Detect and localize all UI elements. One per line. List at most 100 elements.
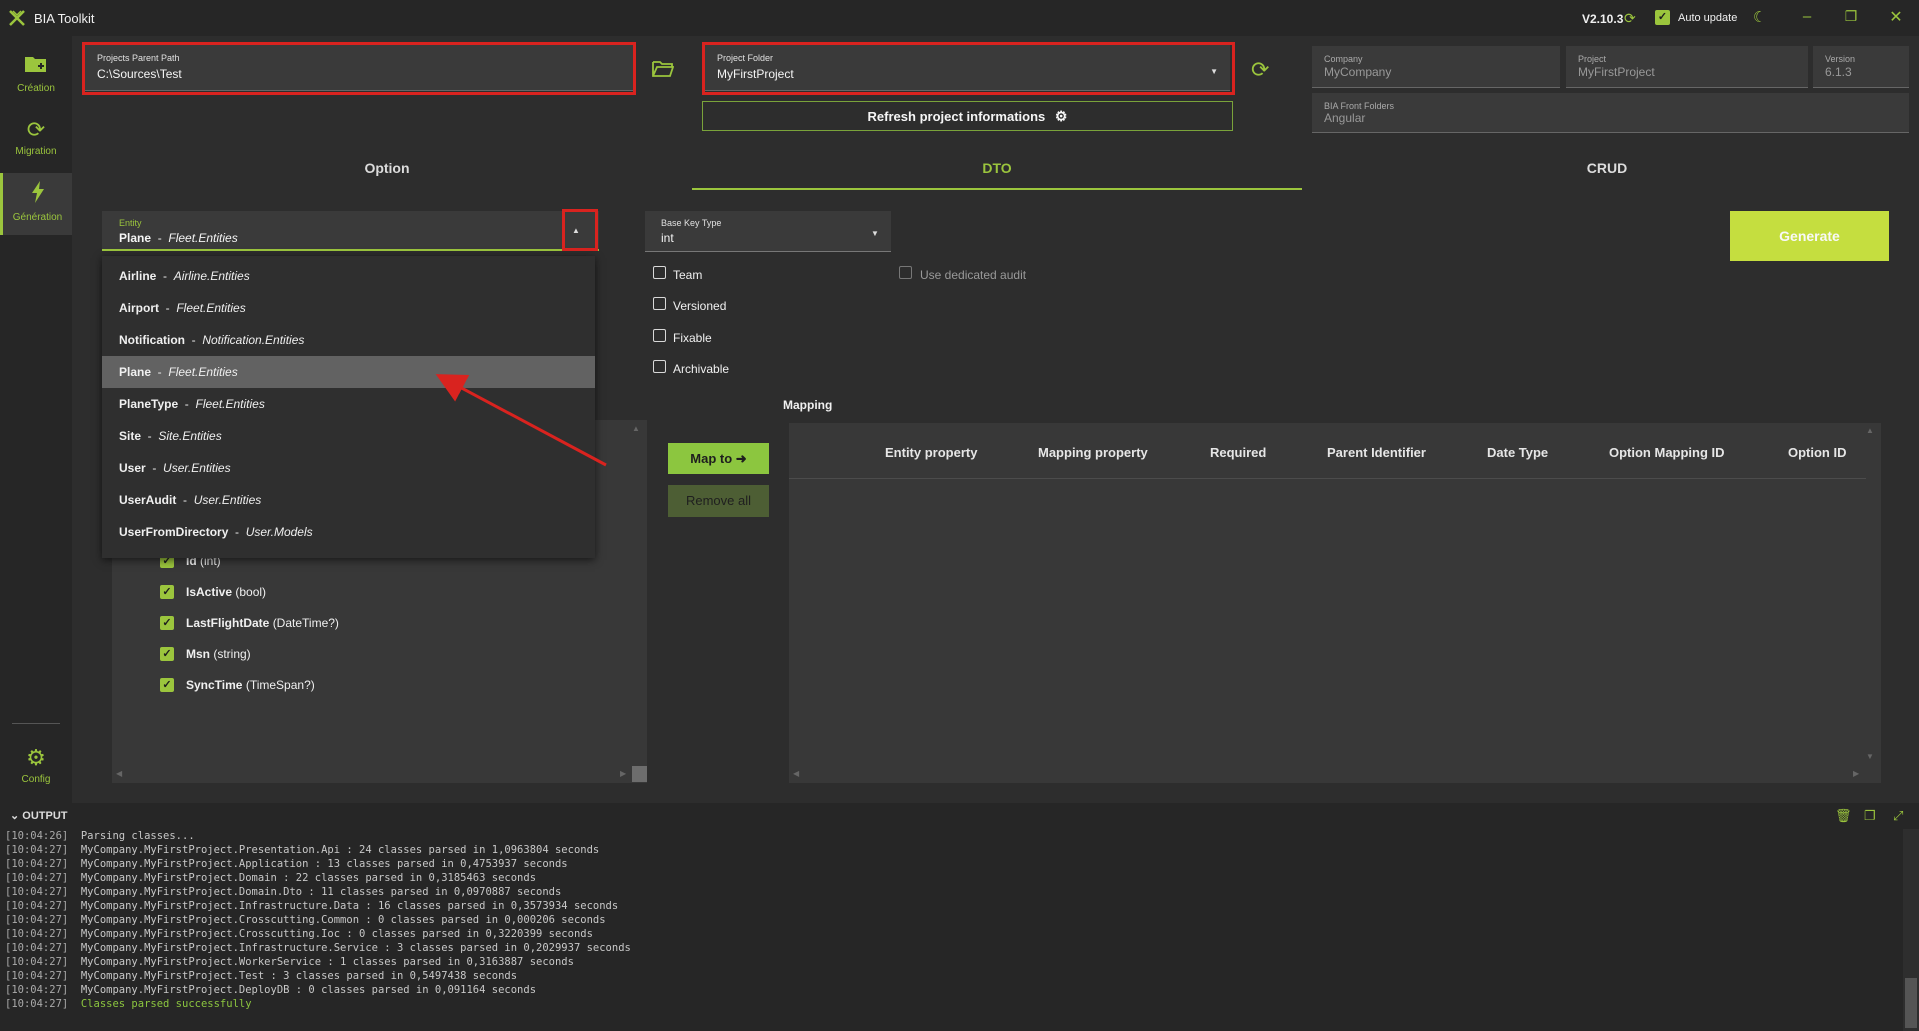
log-timestamp: [10:04:27] [5, 914, 69, 926]
log-timestamp: [10:04:27] [5, 872, 69, 884]
entity-option[interactable]: Notification - Notification.Entities [102, 324, 595, 356]
tab-dto[interactable]: DTO [692, 158, 1302, 190]
sidebar-item-migration[interactable]: ⟳ Migration [0, 110, 72, 170]
version-label: V2.10.3 [1582, 12, 1624, 26]
property-checkbox[interactable]: ✓ [160, 616, 174, 630]
output-title-label: OUTPUT [22, 810, 68, 822]
scroll-up-icon[interactable]: ▲ [1866, 426, 1874, 435]
property-type: (bool) [235, 585, 267, 599]
field-value: 6.1.3 [1825, 65, 1852, 79]
column-header[interactable]: Option Mapping ID [1609, 445, 1725, 460]
close-icon[interactable]: ✕ [1886, 7, 1906, 27]
property-checkbox[interactable]: ✓ [160, 678, 174, 692]
entity-option[interactable]: Site - Site.Entities [102, 420, 595, 452]
archivable-label: Archivable [673, 362, 730, 376]
column-header[interactable]: Mapping property [1038, 445, 1148, 460]
copy-icon[interactable]: ❐ [1864, 808, 1876, 824]
log-timestamp: [10:04:26] [5, 830, 69, 842]
versioned-checkbox[interactable] [653, 297, 666, 310]
property-name: LastFlightDate [186, 616, 270, 630]
log-message: MyCompany.MyFirstProject.Crosscutting.Co… [68, 914, 606, 926]
map-to-button[interactable]: Map to ➜ [668, 443, 769, 474]
base-key-type-select[interactable]: Base Key Type int [645, 211, 891, 252]
sidebar-divider [12, 723, 60, 724]
column-header[interactable]: Required [1210, 445, 1266, 460]
scroll-left-icon[interactable]: ◀ [793, 769, 799, 778]
entity-option[interactable]: User - User.Entities [102, 452, 595, 484]
check-update-icon[interactable]: ⟳ [1624, 10, 1636, 27]
log-timestamp: [10:04:27] [5, 886, 69, 898]
minimize-icon[interactable]: – [1797, 8, 1817, 25]
projects-parent-path-field[interactable]: Projects Parent Path C:\Sources\Test [85, 45, 633, 91]
remove-all-button[interactable]: Remove all [668, 485, 769, 517]
dedicated-audit-label: Use dedicated audit [920, 268, 1027, 282]
sidebar-item-label: Config [21, 774, 51, 785]
folder-plus-icon [0, 54, 72, 79]
log-line: [10:04:27] MyCompany.MyFirstProject.Doma… [5, 885, 1895, 899]
tab-crud[interactable]: CRUD [1302, 158, 1912, 190]
entity-select[interactable]: Entity Plane - Fleet.Entities [102, 211, 599, 251]
property-name: IsActive [186, 585, 233, 599]
sidebar-item-config[interactable]: ⚙ Config [0, 738, 72, 798]
restore-icon[interactable]: ❐ [1841, 8, 1861, 25]
property-type: (string) [213, 647, 251, 661]
scroll-right-icon[interactable]: ▶ [1853, 769, 1859, 778]
entity-option[interactable]: UserFromDirectory - User.Models [102, 516, 595, 548]
property-checkbox[interactable]: ✓ [160, 585, 174, 599]
entity-option[interactable]: Airline - Airline.Entities [102, 260, 595, 292]
team-checkbox[interactable] [653, 266, 666, 279]
output-toggle[interactable]: ⌄ OUTPUT [10, 809, 68, 822]
property-checkbox[interactable]: ✓ [160, 647, 174, 661]
output-scrollbar-thumb[interactable] [1905, 978, 1917, 1028]
chevron-down-icon: ▼ [1210, 67, 1218, 76]
field-label: Entity [119, 218, 142, 228]
auto-update-checkbox[interactable]: ✓ [1655, 10, 1670, 25]
column-header[interactable]: Entity property [885, 445, 977, 460]
output-log: [10:04:26] Parsing classes... [10:04:27] … [5, 829, 1895, 1031]
generate-button[interactable]: Generate [1730, 211, 1889, 261]
log-line: [10:04:27] MyCompany.MyFirstProject.Infr… [5, 899, 1895, 913]
theme-toggle-icon[interactable]: ☾ [1753, 8, 1766, 26]
versioned-label: Versioned [673, 299, 727, 313]
column-header[interactable]: Option ID [1788, 445, 1847, 460]
chevron-up-icon[interactable]: ▲ [572, 226, 580, 235]
entity-option[interactable]: PlaneType - Fleet.Entities [102, 388, 595, 420]
refresh-project-info-button[interactable]: Refresh project informations ⚙ [702, 101, 1233, 131]
project-field: Project MyFirstProject [1566, 46, 1808, 88]
entity-option[interactable]: Airport - Fleet.Entities [102, 292, 595, 324]
project-folder-select[interactable]: Project Folder MyFirstProject ▼ [705, 45, 1230, 91]
field-label: Project Folder [717, 53, 774, 63]
sidebar-item-generation[interactable]: Génération [0, 173, 72, 235]
log-line: [10:04:27] MyCompany.MyFirstProject.Doma… [5, 871, 1895, 885]
log-line: [10:04:26] Parsing classes... [5, 829, 1895, 843]
entity-option[interactable]: UserAudit - User.Entities [102, 484, 595, 516]
lightning-icon [3, 181, 72, 208]
auto-update-label: Auto update [1678, 12, 1738, 24]
log-message: MyCompany.MyFirstProject.Domain : 22 cla… [68, 872, 537, 884]
field-label: Project [1578, 54, 1607, 64]
sidebar-item-creation[interactable]: Création [0, 46, 72, 106]
column-header[interactable]: Date Type [1487, 445, 1548, 460]
reload-icon[interactable]: ⟳ [1251, 57, 1269, 83]
scroll-up-icon[interactable]: ▲ [632, 424, 640, 433]
scroll-right-icon[interactable]: ▶ [620, 769, 626, 778]
expand-icon[interactable]: ⤢ [1893, 808, 1903, 824]
team-label: Team [673, 268, 703, 282]
property-type: (TimeSpan?) [245, 678, 315, 692]
field-label: BIA Front Folders [1324, 101, 1395, 111]
tab-option[interactable]: Option [82, 158, 692, 190]
log-message: MyCompany.MyFirstProject.DeployDB : 0 cl… [68, 984, 537, 996]
dedicated-audit-checkbox[interactable] [899, 266, 912, 279]
log-message: MyCompany.MyFirstProject.Test : 3 classe… [68, 970, 518, 982]
property-type: (DateTime?) [272, 616, 339, 630]
scroll-left-icon[interactable]: ◀ [116, 769, 122, 778]
column-header[interactable]: Parent Identifier [1327, 445, 1426, 460]
field-label: Company [1324, 54, 1363, 64]
scroll-down-icon[interactable]: ▼ [1866, 752, 1874, 761]
archivable-checkbox[interactable] [653, 360, 666, 373]
trash-icon[interactable]: 🗑 [1835, 808, 1852, 824]
browse-folder-icon[interactable] [652, 60, 675, 81]
fixable-checkbox[interactable] [653, 329, 666, 342]
mapping-header: Entity property Mapping property Require… [789, 423, 1866, 479]
entity-option-selected[interactable]: Plane - Fleet.Entities [102, 356, 595, 388]
